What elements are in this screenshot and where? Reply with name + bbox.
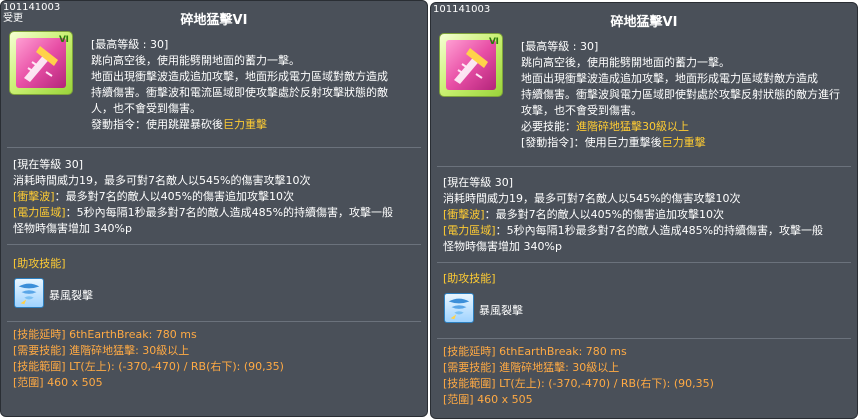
max-level: [最高等級 : 30]: [521, 40, 599, 53]
current-level-section: [現在等級 30] 消耗時間威力19，最多可對7名敵人以545%的傷害攻擊10次…: [13, 157, 393, 237]
divider: [7, 321, 421, 322]
skill-delay: [技能延時] 6thEarthBreak: 780 ms: [13, 328, 197, 341]
current-line: 消耗時間威力19，最多可對7名敵人以545%的傷害攻擊10次: [13, 174, 311, 187]
assist-skill-name: 暴風裂擊: [49, 289, 93, 302]
skill-tooltip-right: 101141003 碎地猛擊VI Ⅵ [最高等級 : 30] 跳向高空後，使用能…: [430, 2, 858, 419]
desc-line: 跳向高空後，使用能劈開地面的蓄力一擊。: [521, 56, 730, 69]
assist-label: [助攻技能]: [443, 272, 496, 285]
required-skill: [需要技能] 進階碎地猛擊: 30級以上: [13, 344, 190, 357]
divider: [437, 166, 851, 167]
desc-line: 跳向高空後，使用能劈開地面的蓄力一擊。: [91, 54, 300, 67]
skill-title: 碎地猛擊VI: [610, 15, 678, 30]
current-level-section: [現在等級 30] 消耗時間威力19，最多可對7名敵人以545%的傷害攻擊10次…: [443, 175, 823, 255]
skill-range: [技能範圍] LT(左上): (-370,-470) / RB(右下): (90…: [13, 360, 284, 373]
desc-line: 地面出現衝擊波造成追加攻擊，地面形成電力區域對敵方造成: [521, 72, 818, 85]
skill-area: [范圍] 460 x 505: [443, 393, 533, 406]
desc-line: 持續傷害。衝擊波與電力區域即使對處於攻擊反射狀態的敵方進行: [521, 88, 840, 101]
level-badge-icon: Ⅵ: [59, 35, 69, 45]
skill-title: 碎地猛擊VI: [180, 13, 248, 28]
skill-delay: [技能延時] 6thEarthBreak: 780 ms: [443, 345, 627, 358]
divider: [437, 338, 851, 339]
elec-line-2: 怪物時傷害增加 340%p: [443, 240, 562, 253]
elec-line-2: 怪物時傷害增加 340%p: [13, 222, 132, 235]
skill-icon: Ⅵ: [439, 33, 503, 97]
command-line: 發動指令：使用跳躍暴砍後巨力重擊: [91, 118, 267, 131]
current-level-header: [現在等級 30]: [443, 176, 514, 189]
required-skill: [需要技能] 進階碎地猛擊: 30級以上: [443, 361, 620, 374]
command-highlight: 巨力重擊: [661, 136, 706, 149]
max-level: [最高等級 : 30]: [91, 38, 169, 51]
elec-line: [電力區域]：5秒內每隔1秒最多對7名的敵人造成485%的持續傷害，攻擊一般: [443, 224, 824, 237]
required-line: 必要技能：進階碎地猛擊30級以上: [521, 120, 689, 133]
level-badge-icon: Ⅵ: [489, 37, 499, 47]
footer-info: [技能延時] 6thEarthBreak: 780 ms [需要技能] 進階碎地…: [13, 327, 284, 391]
storm-icon[interactable]: [14, 278, 44, 308]
desc-line: 人，也不會受到傷害。: [91, 102, 201, 115]
divider: [7, 244, 421, 245]
desc-line: 攻擊，也不會受到傷害。: [521, 104, 642, 117]
footer-info: [技能延時] 6thEarthBreak: 780 ms [需要技能] 進階碎地…: [443, 344, 714, 408]
shock-line: [衝擊波]：最多對7名的敵人以405%的傷害追加攻擊10次: [443, 208, 725, 221]
desc-line: 地面出現衝擊波造成追加攻擊，地面形成電力區域對敵方造成: [91, 70, 388, 83]
skill-area: [范圍] 460 x 505: [13, 376, 103, 389]
command-highlight: 巨力重擊: [223, 118, 267, 131]
divider: [437, 262, 851, 263]
skill-icon: Ⅵ: [9, 31, 73, 95]
skill-range: [技能範圍] LT(左上): (-370,-470) / RB(右下): (90…: [443, 377, 714, 390]
shock-line: [衝擊波]：最多對7名的敵人以405%的傷害追加攻擊10次: [13, 190, 295, 203]
skill-description: [最高等級 : 30] 跳向高空後，使用能劈開地面的蓄力一擊。 地面出現衝擊波造…: [91, 37, 421, 133]
storm-icon[interactable]: [444, 293, 474, 323]
skill-tooltip-left: 101141003 受更 碎地猛擊VI Ⅵ [最高等級 : 30] 跳向高空後，…: [0, 0, 428, 417]
elec-line: [電力區域]：5秒內每隔1秒最多對7名的敵人造成485%的持續傷害，攻擊一般: [13, 206, 394, 219]
command-line: [發動指令]：使用巨力重擊後巨力重擊: [521, 136, 706, 149]
current-line: 消耗時間威力19，最多可對7名敵人以545%的傷害攻擊10次: [443, 192, 741, 205]
current-level-header: [現在等級 30]: [13, 158, 84, 171]
assist-skill-name: 暴風裂擊: [479, 304, 523, 317]
skill-description: [最高等級 : 30] 跳向高空後，使用能劈開地面的蓄力一擊。 地面出現衝擊波造…: [521, 39, 851, 151]
divider: [7, 147, 421, 148]
required-highlight: 進階碎地猛擊30級以上: [576, 120, 689, 133]
assist-label: [助攻技能]: [13, 257, 66, 270]
desc-line: 持續傷害。衝擊波和電流區域即使攻擊處於反射攻擊狀態的敵: [91, 86, 388, 99]
